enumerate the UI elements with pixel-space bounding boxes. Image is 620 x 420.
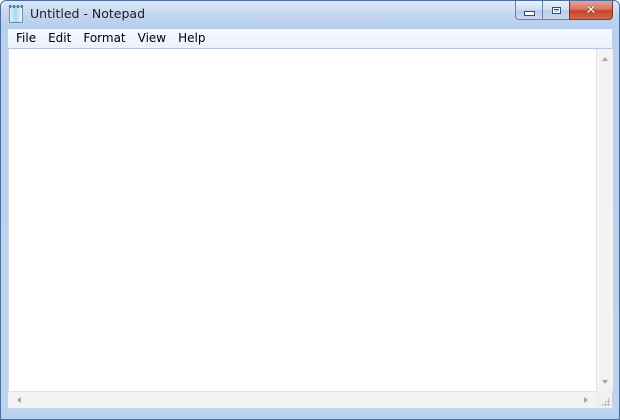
notepad-window: Untitled - Notepad ✕ File Edit Format Vi…	[0, 0, 620, 420]
scroll-right-arrow-icon	[584, 397, 588, 403]
resize-grip[interactable]	[596, 391, 612, 408]
scroll-down-button[interactable]	[597, 374, 613, 390]
menu-edit[interactable]: Edit	[42, 29, 77, 48]
notepad-icon[interactable]	[9, 5, 23, 23]
scroll-up-button[interactable]	[597, 51, 613, 67]
window-title: Untitled - Notepad	[30, 6, 146, 21]
maximize-button[interactable]	[542, 1, 569, 20]
scroll-right-button[interactable]	[578, 392, 594, 408]
menu-help[interactable]: Help	[172, 29, 211, 48]
horizontal-scrollbar[interactable]	[8, 391, 596, 409]
text-editor-area[interactable]	[8, 49, 597, 391]
caption-buttons: ✕	[515, 1, 613, 20]
title-bar[interactable]: Untitled - Notepad ✕	[1, 1, 619, 29]
close-icon: ✕	[585, 2, 597, 18]
maximize-icon	[551, 6, 561, 14]
minimize-icon	[523, 10, 535, 16]
menu-bar: File Edit Format View Help	[8, 29, 612, 49]
resize-grip-icon	[601, 397, 610, 406]
close-button[interactable]: ✕	[569, 1, 613, 20]
scroll-left-button[interactable]	[11, 392, 27, 408]
window-bottom-border[interactable]	[1, 408, 619, 419]
vertical-scrollbar[interactable]	[596, 49, 613, 391]
scroll-down-arrow-icon	[602, 380, 608, 384]
scroll-up-arrow-icon	[602, 57, 608, 61]
menu-format[interactable]: Format	[77, 29, 131, 48]
menu-file[interactable]: File	[8, 29, 42, 48]
minimize-button[interactable]	[515, 1, 542, 20]
menu-view[interactable]: View	[132, 29, 172, 48]
text-editor[interactable]	[9, 49, 597, 391]
scroll-left-arrow-icon	[17, 397, 21, 403]
